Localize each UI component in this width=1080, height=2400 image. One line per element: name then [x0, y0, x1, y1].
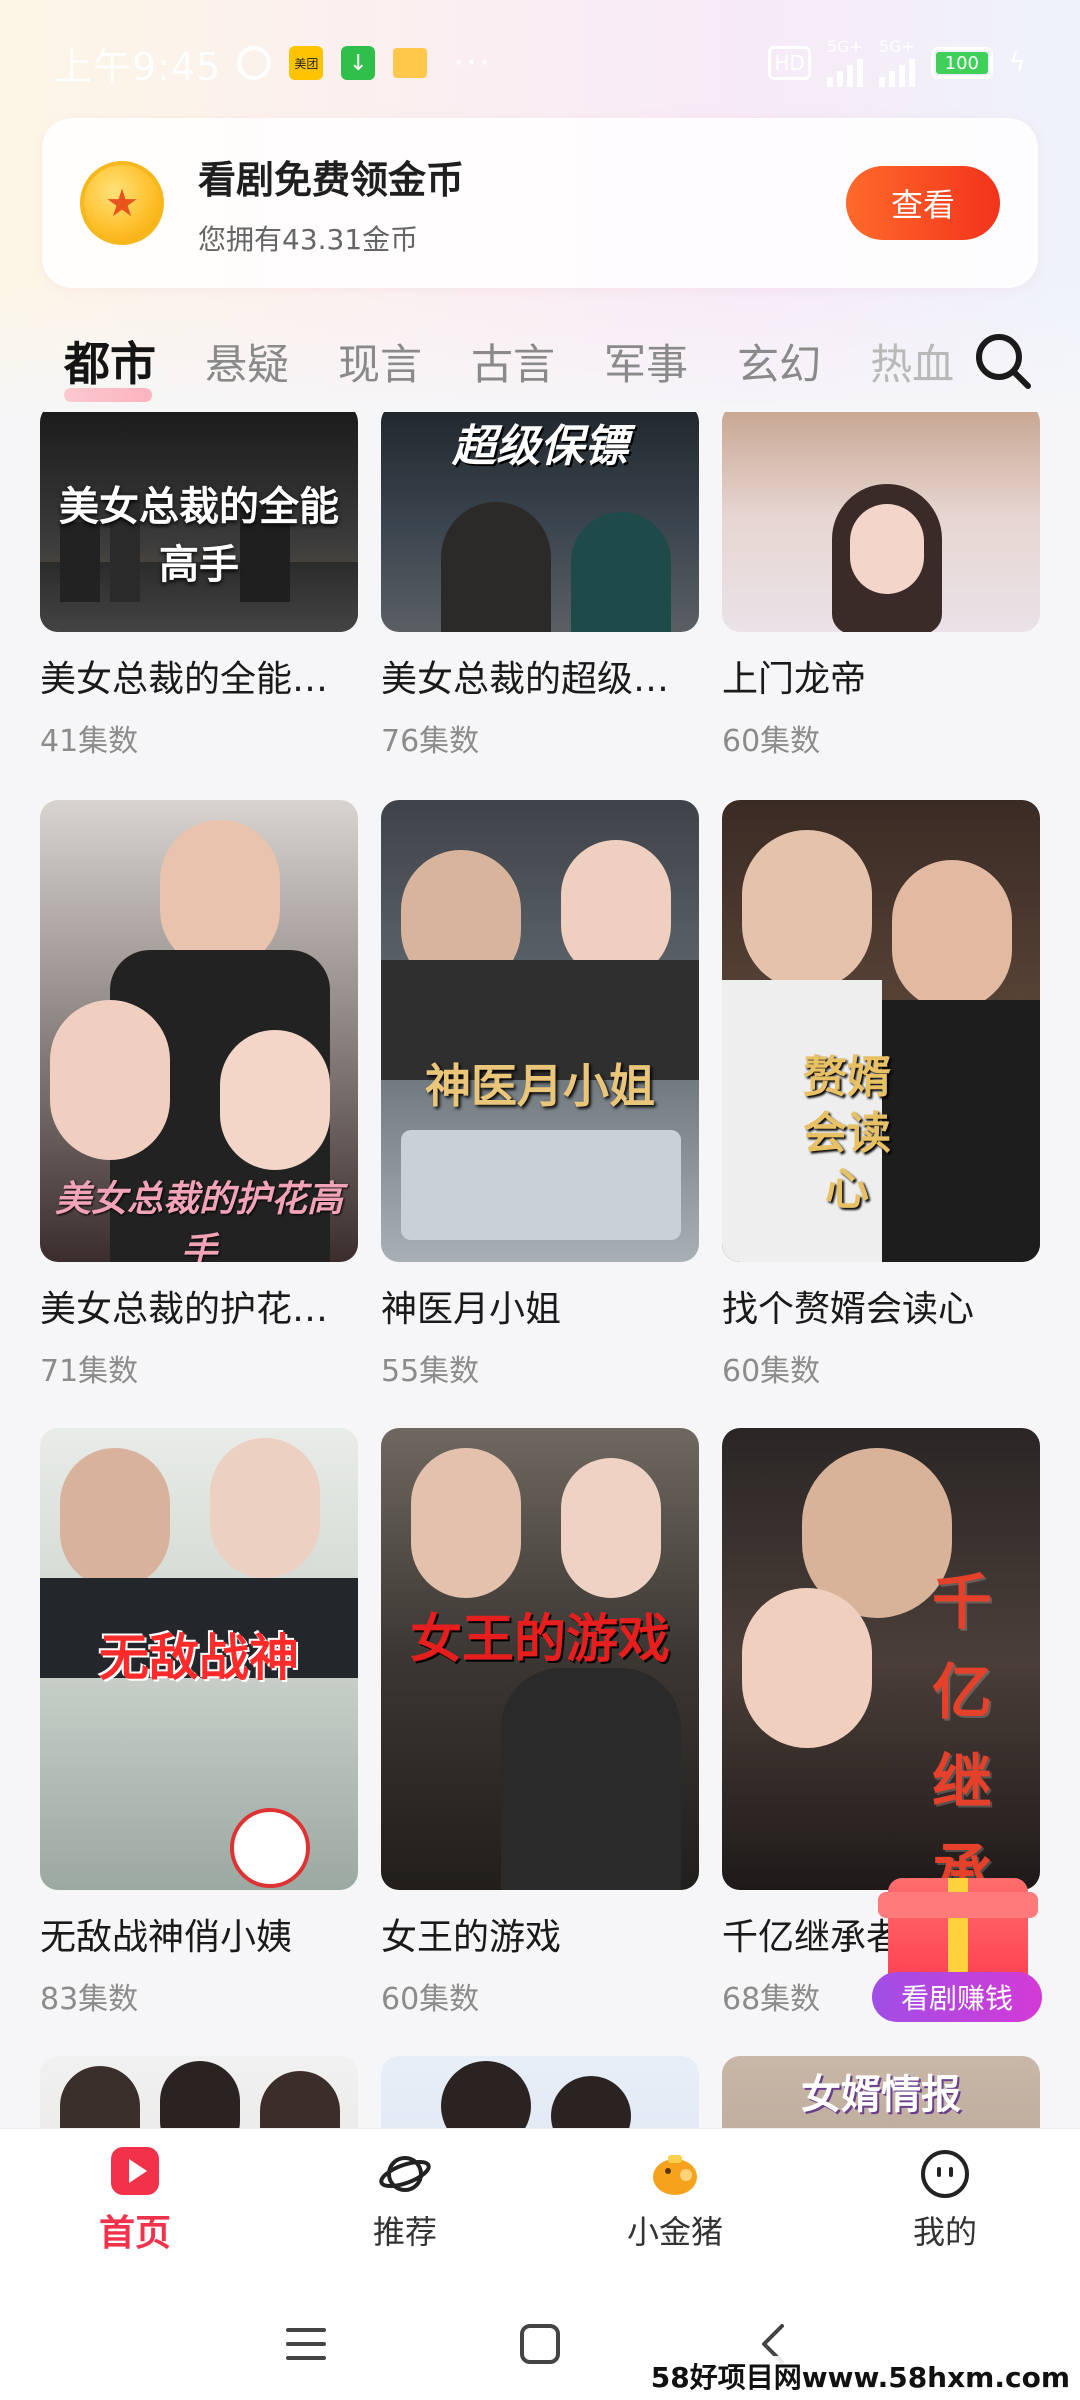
- drama-poster[interactable]: 美女总裁的护花高手: [40, 800, 358, 1262]
- watermark-text: 58好项目网www.58hxm.com: [646, 2356, 1074, 2396]
- play-icon: [111, 2146, 159, 2195]
- drama-title: 美女总裁的超级…: [381, 659, 670, 700]
- episode-count: 60集数: [722, 1354, 821, 1389]
- drama-poster[interactable]: 千亿继承: [722, 1428, 1040, 1890]
- more-notifications-icon: ···: [453, 43, 492, 83]
- episode-count: 55集数: [381, 1354, 480, 1389]
- nav-home[interactable]: 首页: [0, 2129, 270, 2270]
- search-icon[interactable]: [972, 330, 1034, 392]
- drama-poster[interactable]: 无敌战神: [40, 1428, 358, 1890]
- nav-piggy-label: 小金猪: [626, 2212, 723, 2251]
- drama-card[interactable]: [40, 2056, 358, 2128]
- episode-count: 83集数: [40, 1982, 139, 2017]
- tab-xianyan[interactable]: 现言: [338, 331, 422, 392]
- status-bar: 上午9:45 美团 ↓ ··· HD 5G+ 5G+ 100 ϟ: [0, 0, 1080, 126]
- drama-poster[interactable]: [722, 412, 1040, 632]
- status-indicators: HD 5G+ 5G+ 100 ϟ: [768, 39, 1026, 87]
- nav-piggy[interactable]: 小金猪: [540, 2129, 810, 2270]
- coin-balance: 您拥有43.31金币: [198, 222, 419, 256]
- nav-profile[interactable]: 我的: [810, 2129, 1080, 2270]
- message-notification-icon: [393, 48, 428, 78]
- charging-icon: ϟ: [1008, 48, 1026, 78]
- smiley-icon: [921, 2149, 969, 2198]
- watch-earn-label: 看剧赚钱: [872, 1972, 1042, 2022]
- drama-poster[interactable]: 女婿情报: [722, 2056, 1040, 2128]
- drama-title: 找个赘婿会读心: [722, 1289, 975, 1330]
- poster-title: 女王的游戏: [409, 1610, 670, 1670]
- view-coins-button[interactable]: 查看: [846, 166, 1000, 240]
- tab-junshi[interactable]: 军事: [604, 331, 688, 392]
- hd-voice-icon: HD: [768, 46, 811, 80]
- battery-level: 100: [935, 52, 988, 74]
- nav-home-label: 首页: [98, 2212, 171, 2254]
- drama-poster[interactable]: [40, 2056, 358, 2128]
- poster-title: 神医月小姐: [425, 1059, 655, 1113]
- coin-reward-banner[interactable]: ★ 看剧免费领金币 您拥有43.31金币 查看: [42, 118, 1038, 288]
- drama-card[interactable]: 上门龙帝 60集数: [722, 412, 1040, 760]
- drama-title: 上门龙帝: [722, 659, 867, 700]
- tab-rexue[interactable]: 热血: [870, 331, 954, 392]
- battery-icon: 100: [930, 47, 993, 79]
- nav-recommend[interactable]: 推荐: [270, 2129, 540, 2270]
- status-time: 上午9:45: [54, 44, 222, 89]
- poster-title: 美女总裁的全能高手: [59, 484, 339, 588]
- drama-title: 美女总裁的全能…: [40, 659, 329, 700]
- drama-title: 美女总裁的护花…: [40, 1289, 329, 1330]
- drama-title: 女王的游戏: [381, 1917, 562, 1958]
- episode-count: 60集数: [381, 1982, 480, 2017]
- menu-icon[interactable]: [284, 2322, 328, 2366]
- download-notification-icon: ↓: [341, 46, 376, 80]
- network-type-label-2: 5G+: [878, 37, 915, 56]
- drama-poster[interactable]: [381, 2056, 699, 2128]
- episode-count: 60集数: [722, 724, 821, 759]
- drama-card[interactable]: 女婿情报: [722, 2056, 1040, 2128]
- meituan-notification-icon: 美团: [289, 46, 324, 80]
- poster-title: 无敌战神: [99, 1629, 299, 1687]
- drama-title: 无敌战神俏小姨: [40, 1917, 293, 1958]
- gold-coin-icon: ★: [80, 161, 164, 245]
- tab-xuanyi[interactable]: 悬疑: [205, 331, 289, 392]
- drama-card[interactable]: 美女总裁的全能高手 美女总裁的全能… 41集数: [40, 412, 358, 760]
- category-tabs: 都市 悬疑 现言 古言 军事 玄幻 热血: [0, 316, 1080, 406]
- tab-dushi[interactable]: 都市: [64, 328, 156, 402]
- episode-count: 76集数: [381, 724, 480, 759]
- signal-icon-2: 5G+: [878, 37, 915, 87]
- drama-card[interactable]: 美女总裁的护花高手 美女总裁的护花… 71集数: [40, 800, 358, 1390]
- signal-icon: 5G+: [826, 37, 863, 87]
- tab-guyan[interactable]: 古言: [471, 331, 555, 392]
- drama-card[interactable]: 超级保镖 美女总裁的超级… 76集数: [381, 412, 699, 760]
- poster-title: 千亿继承: [932, 1568, 992, 1890]
- episode-count: 71集数: [40, 1354, 139, 1389]
- poster-title: 赘婿会读心: [803, 1052, 891, 1215]
- drama-card[interactable]: 赘婿会读心 找个赘婿会读心 60集数: [722, 800, 1040, 1390]
- bottom-navigation: 首页 推荐 小金猪 我的: [0, 2128, 1080, 2270]
- drama-card[interactable]: 无敌战神 无敌战神俏小姨 83集数: [40, 1428, 358, 2018]
- poster-title: 女婿情报: [801, 2072, 961, 2118]
- watch-earn-widget[interactable]: 看剧赚钱: [872, 1868, 1042, 2022]
- drama-card[interactable]: 女王的游戏 女王的游戏 60集数: [381, 1428, 699, 2018]
- app-screen: 上午9:45 美团 ↓ ··· HD 5G+ 5G+ 100 ϟ ★ 看剧免费领…: [0, 0, 1080, 2400]
- piggy-icon: [653, 2154, 697, 2195]
- planet-icon: [379, 2155, 431, 2192]
- network-type-label: 5G+: [826, 37, 863, 56]
- drama-title: 神医月小姐: [381, 1289, 562, 1330]
- nav-recommend-label: 推荐: [372, 2212, 437, 2251]
- home-square-icon[interactable]: [518, 2322, 562, 2366]
- drama-card[interactable]: 神医月小姐 神医月小姐 55集数: [381, 800, 699, 1390]
- drama-poster[interactable]: 女王的游戏: [381, 1428, 699, 1890]
- drama-poster[interactable]: 神医月小姐: [381, 800, 699, 1262]
- coin-banner-title: 看剧免费领金币: [198, 157, 465, 202]
- drama-poster[interactable]: 超级保镖: [381, 412, 699, 632]
- episode-count: 41集数: [40, 724, 139, 759]
- poster-title: 超级保镖: [452, 421, 628, 472]
- drama-card[interactable]: [381, 2056, 699, 2128]
- drama-poster[interactable]: 美女总裁的全能高手: [40, 412, 358, 632]
- tab-xuanhuan[interactable]: 玄幻: [737, 331, 821, 392]
- poster-title: 美女总裁的护花高手: [54, 1179, 343, 1262]
- nav-profile-label: 我的: [912, 2212, 977, 2251]
- drama-poster[interactable]: 赘婿会读心: [722, 800, 1040, 1262]
- alarm-icon: [237, 46, 272, 80]
